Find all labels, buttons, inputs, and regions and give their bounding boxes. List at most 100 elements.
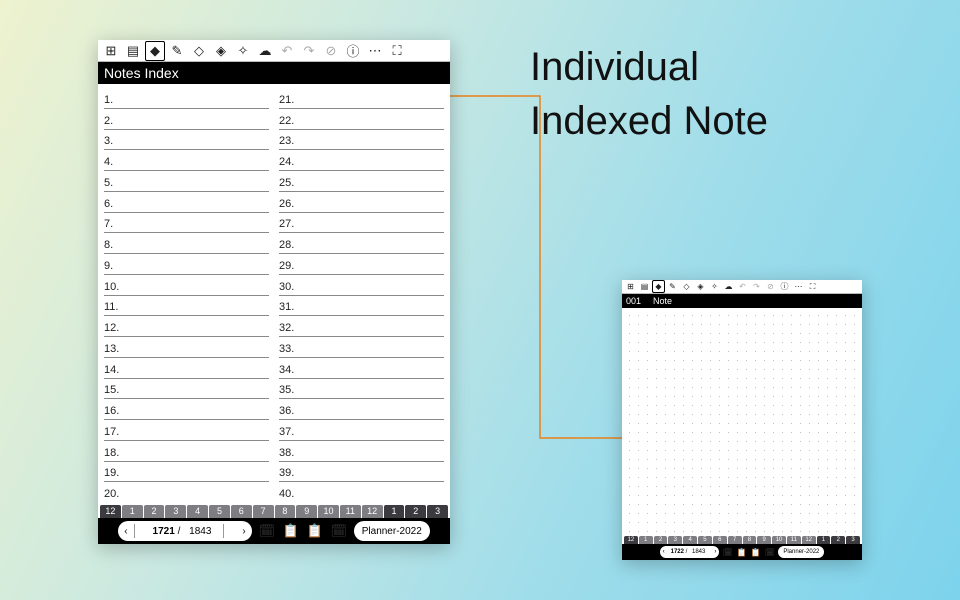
month-tab[interactable]: 3	[165, 505, 186, 518]
toolbar-button-12[interactable]: ⋯	[792, 280, 805, 293]
toolbar-button-10[interactable]: ⊘	[321, 41, 341, 61]
index-row[interactable]: 9.	[104, 254, 269, 275]
index-row[interactable]: 34.	[279, 358, 444, 379]
month-tab[interactable]: 1	[817, 536, 831, 544]
index-row[interactable]: 5.	[104, 171, 269, 192]
toolbar-button-9[interactable]: ↷	[750, 280, 763, 293]
toolbar-button-11[interactable]: ⓘ	[778, 280, 791, 293]
month-tab[interactable]: 3	[668, 536, 682, 544]
toolbar-button-6[interactable]: ✧	[233, 41, 253, 61]
clipboard-icon-2[interactable]: 📋	[750, 547, 761, 558]
index-row[interactable]: 35.	[279, 379, 444, 400]
calendar-icon-2[interactable]: 🗓	[330, 522, 348, 540]
index-row[interactable]: 7.	[104, 213, 269, 234]
prev-page-button[interactable]: ‹	[118, 526, 133, 537]
index-row[interactable]: 38.	[279, 441, 444, 462]
toolbar-button-4[interactable]: ◇	[680, 280, 693, 293]
index-row[interactable]: 25.	[279, 171, 444, 192]
index-row[interactable]: 8.	[104, 233, 269, 254]
index-row[interactable]: 21.	[279, 88, 444, 109]
index-row[interactable]: 33.	[279, 337, 444, 358]
index-row[interactable]: 32.	[279, 316, 444, 337]
index-row[interactable]: 2.	[104, 109, 269, 130]
toolbar-button-8[interactable]: ↶	[736, 280, 749, 293]
month-tab[interactable]: 6	[231, 505, 252, 518]
clipboard-icon[interactable]: 📋	[736, 547, 747, 558]
toolbar-button-3[interactable]: ✎	[666, 280, 679, 293]
index-row[interactable]: 26.	[279, 192, 444, 213]
index-row[interactable]: 36.	[279, 399, 444, 420]
month-tab[interactable]: 5	[209, 505, 230, 518]
toolbar-button-13[interactable]: ⛶	[387, 41, 407, 61]
dot-grid-page[interactable]	[625, 311, 859, 532]
index-row[interactable]: 22.	[279, 109, 444, 130]
toolbar-button-10[interactable]: ⊘	[764, 280, 777, 293]
month-tab[interactable]: 4	[187, 505, 208, 518]
month-tab[interactable]: 12	[624, 536, 638, 544]
month-tab[interactable]: 2	[654, 536, 668, 544]
index-row[interactable]: 16.	[104, 399, 269, 420]
index-row[interactable]: 12.	[104, 316, 269, 337]
toolbar-button-5[interactable]: ◈	[694, 280, 707, 293]
index-row[interactable]: 27.	[279, 213, 444, 234]
index-row[interactable]: 3.	[104, 130, 269, 151]
toolbar-button-0[interactable]: ⊞	[101, 41, 121, 61]
calendar-icon[interactable]: 🗓	[722, 547, 733, 558]
month-tab[interactable]: 1	[384, 505, 405, 518]
clipboard-icon-2[interactable]: 📋	[306, 522, 324, 540]
index-row[interactable]: 19.	[104, 462, 269, 483]
index-row[interactable]: 31.	[279, 296, 444, 317]
toolbar-button-9[interactable]: ↷	[299, 41, 319, 61]
month-tab[interactable]: 8	[275, 505, 296, 518]
index-row[interactable]: 40.	[279, 482, 444, 502]
month-tab[interactable]: 3	[427, 505, 448, 518]
month-tab[interactable]: 12	[802, 536, 816, 544]
month-tab[interactable]: 11	[340, 505, 361, 518]
index-row[interactable]: 39.	[279, 462, 444, 483]
toolbar-button-4[interactable]: ◇	[189, 41, 209, 61]
month-tab[interactable]: 7	[728, 536, 742, 544]
toolbar-button-1[interactable]: ▤	[638, 280, 651, 293]
index-row[interactable]: 14.	[104, 358, 269, 379]
month-tab[interactable]: 9	[757, 536, 771, 544]
index-row[interactable]: 15.	[104, 379, 269, 400]
month-tab[interactable]: 8	[743, 536, 757, 544]
calendar-icon[interactable]: 🗓	[258, 522, 276, 540]
month-tab[interactable]: 7	[253, 505, 274, 518]
month-tab[interactable]: 3	[846, 536, 860, 544]
month-tab[interactable]: 9	[296, 505, 317, 518]
clipboard-icon[interactable]: 📋	[282, 522, 300, 540]
index-row[interactable]: 13.	[104, 337, 269, 358]
index-row[interactable]: 20.	[104, 482, 269, 502]
toolbar-button-6[interactable]: ✧	[708, 280, 721, 293]
toolbar-button-5[interactable]: ◈	[211, 41, 231, 61]
index-row[interactable]: 17.	[104, 420, 269, 441]
toolbar-button-13[interactable]: ⛶	[806, 280, 819, 293]
prev-page-button[interactable]: ‹	[660, 549, 668, 555]
month-tab[interactable]: 6	[713, 536, 727, 544]
month-tab[interactable]: 1	[639, 536, 653, 544]
index-row[interactable]: 6.	[104, 192, 269, 213]
index-row[interactable]: 24.	[279, 150, 444, 171]
toolbar-button-12[interactable]: ⋯	[365, 41, 385, 61]
month-tab[interactable]: 2	[144, 505, 165, 518]
index-row[interactable]: 23.	[279, 130, 444, 151]
next-page-button[interactable]: ›	[711, 549, 719, 555]
month-tab[interactable]: 5	[698, 536, 712, 544]
month-tab[interactable]: 10	[318, 505, 339, 518]
calendar-icon-2[interactable]: 🗓	[764, 547, 775, 558]
index-row[interactable]: 37.	[279, 420, 444, 441]
index-row[interactable]: 1.	[104, 88, 269, 109]
index-row[interactable]: 28.	[279, 233, 444, 254]
index-row[interactable]: 11.	[104, 296, 269, 317]
month-tab[interactable]: 1	[122, 505, 143, 518]
toolbar-button-2[interactable]: ◆	[145, 41, 165, 61]
toolbar-button-3[interactable]: ✎	[167, 41, 187, 61]
doc-name-pill[interactable]: Planner-2022	[778, 546, 824, 558]
next-page-button[interactable]: ›	[236, 526, 251, 537]
month-tab[interactable]: 11	[787, 536, 801, 544]
doc-name-pill[interactable]: Planner-2022	[354, 521, 430, 541]
month-tab[interactable]: 10	[772, 536, 786, 544]
toolbar-button-0[interactable]: ⊞	[624, 280, 637, 293]
month-tab[interactable]: 12	[100, 505, 121, 518]
